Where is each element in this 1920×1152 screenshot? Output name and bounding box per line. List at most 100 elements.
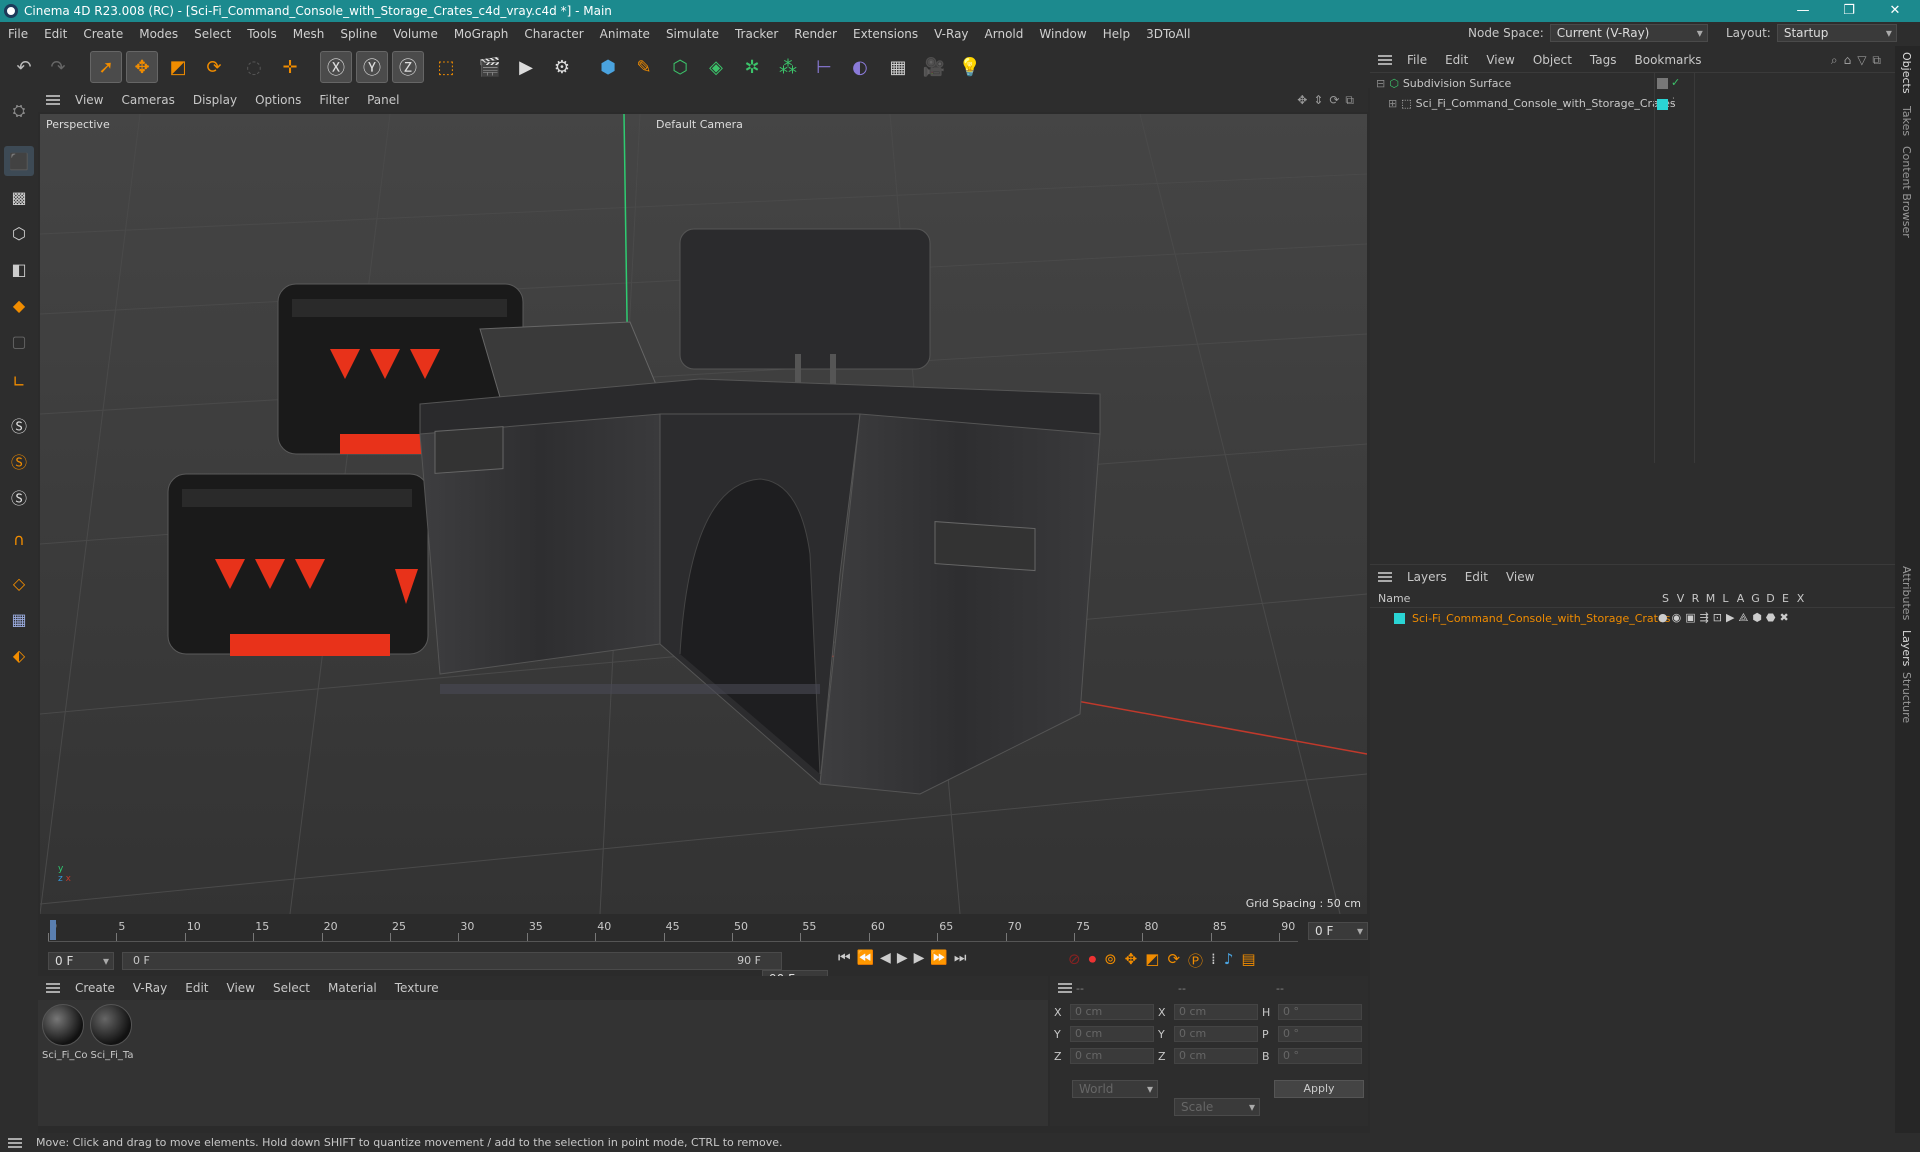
node-space-dropdown[interactable]: Current (V-Ray) (1549, 24, 1708, 42)
autokey-icon[interactable]: ⏺ (1089, 950, 1097, 971)
objects-menu-view[interactable]: View (1477, 53, 1523, 67)
object-row-console[interactable]: ⊞ ⬚ Sci_Fi_Command_Console_with_Storage_… (1388, 97, 1676, 110)
select-tool-icon[interactable]: ➚ (90, 51, 122, 83)
material-swatch-1[interactable]: Sci_Fi_Co (42, 1004, 88, 1061)
tree-expand-icon[interactable]: ⊞ (1388, 97, 1397, 110)
undo-icon[interactable]: ↶ (8, 51, 40, 83)
layer-row[interactable]: Sci-Fi_Command_Console_with_Storage_Crat… (1370, 610, 1895, 628)
start-frame-field[interactable]: 0 F (48, 952, 114, 970)
menu-create[interactable]: Create (75, 27, 131, 41)
key-scale-icon[interactable]: ◩ (1145, 950, 1159, 971)
menu-file[interactable]: File (0, 27, 36, 41)
playhead[interactable] (50, 920, 56, 940)
menu-help[interactable]: Help (1095, 27, 1138, 41)
camera-icon[interactable]: 🎥 (918, 51, 950, 83)
cube-icon[interactable]: ⬢ (592, 51, 624, 83)
point-mode-icon[interactable]: ⬡ (4, 218, 34, 248)
material-menu-view[interactable]: View (218, 981, 264, 995)
restore-icon[interactable]: ❐ (1826, 0, 1872, 22)
coord-scale-dropdown[interactable]: Scale (1174, 1098, 1260, 1116)
frame-range-slider[interactable]: 0 F 90 F (122, 952, 782, 970)
menu-mesh[interactable]: Mesh (285, 27, 333, 41)
timeline-window-icon[interactable]: ▤ (1241, 950, 1255, 971)
layer-flag-icons[interactable]: ●◉▣⇶⊡▶⟁⬢⬣✖ (1658, 611, 1793, 625)
menu-tools[interactable]: Tools (239, 27, 285, 41)
go-to-start-icon[interactable]: ⏮ (838, 950, 851, 966)
move-tool-icon[interactable]: ✥ (126, 51, 158, 83)
workplane-snap-icon[interactable]: Ⓢ (4, 482, 34, 512)
menu-animate[interactable]: Animate (592, 27, 658, 41)
coord-position-field[interactable]: 0 cm (1070, 1048, 1154, 1064)
layer-color-icon[interactable] (1657, 99, 1668, 110)
menu-select[interactable]: Select (186, 27, 239, 41)
material-menu-create[interactable]: Create (66, 981, 124, 995)
snap-settings-icon[interactable]: Ⓢ (4, 446, 34, 476)
next-frame-icon[interactable]: ▶ (914, 950, 925, 966)
polygon-mode-icon[interactable]: ◆ (4, 290, 34, 320)
layers-menu-icon[interactable] (1378, 571, 1392, 582)
tab-attributes[interactable]: Attributes (1900, 566, 1913, 620)
coords-menu-icon[interactable] (1058, 983, 1072, 993)
deformer-icon[interactable]: ⊢ (808, 51, 840, 83)
material-menu-edit[interactable]: Edit (176, 981, 217, 995)
locked-workplane-icon[interactable]: ⬖ (4, 640, 34, 670)
record-disabled-icon[interactable]: ⊘ (1068, 950, 1081, 971)
minimize-icon[interactable]: — (1780, 0, 1826, 22)
material-swatch-2[interactable]: Sci_Fi_Ta (90, 1004, 134, 1061)
objects-menu-bookmarks[interactable]: Bookmarks (1626, 53, 1711, 67)
render-settings-icon[interactable]: ⚙ (546, 51, 578, 83)
objects-menu-file[interactable]: File (1398, 53, 1436, 67)
objects-menu-object[interactable]: Object (1524, 53, 1581, 67)
viewport-menu-options[interactable]: Options (246, 93, 310, 107)
viewport-menu-icon[interactable] (46, 95, 60, 105)
motion-system-icon[interactable]: ♪ (1224, 950, 1234, 971)
go-to-end-icon[interactable]: ⏭ (954, 950, 967, 966)
menu-v-ray[interactable]: V-Ray (926, 27, 976, 41)
viewport-menu-cameras[interactable]: Cameras (112, 93, 183, 107)
objects-menu-edit[interactable]: Edit (1436, 53, 1477, 67)
menu-volume[interactable]: Volume (385, 27, 446, 41)
material-menu-material[interactable]: Material (319, 981, 386, 995)
magnet-icon[interactable]: ∩ (4, 524, 34, 554)
tab-structure[interactable]: Structure (1900, 672, 1913, 723)
apply-button[interactable]: Apply (1274, 1080, 1364, 1098)
layers-menu-layers[interactable]: Layers (1398, 570, 1456, 584)
menu-arnold[interactable]: Arnold (977, 27, 1032, 41)
redo-icon[interactable]: ↷ (42, 51, 74, 83)
current-frame-field[interactable]: 0 F (1308, 922, 1368, 940)
viewport-menu-view[interactable]: View (66, 93, 112, 107)
coord-size-field[interactable]: 0 cm (1174, 1026, 1258, 1042)
tab-takes[interactable]: Takes (1900, 106, 1913, 136)
timeline-ruler[interactable]: 051015202530354045505560657075808590 0 F (38, 914, 1368, 946)
add-tool-icon[interactable]: ✛ (274, 51, 306, 83)
x-axis-icon[interactable]: Ⓧ (320, 51, 352, 83)
coord-position-field[interactable]: 0 cm (1070, 1026, 1154, 1042)
key-position-icon[interactable]: ✥ (1125, 950, 1138, 971)
menu-modes[interactable]: Modes (131, 27, 186, 41)
material-menu-icon[interactable] (46, 983, 60, 993)
3d-viewport[interactable]: Perspective Default Camera Grid Spacing … (40, 114, 1367, 914)
layer-color-icon[interactable] (1394, 613, 1405, 624)
coord-rotation-field[interactable]: 0 ° (1278, 1048, 1362, 1064)
layers-menu-edit[interactable]: Edit (1456, 570, 1497, 584)
viewport-nav-icons[interactable]: ✥⇕⟳⧉ (1297, 93, 1360, 108)
next-key-icon[interactable]: ⏩ (930, 950, 947, 966)
key-pla-icon[interactable]: ⁞ (1211, 950, 1216, 971)
coord-size-field[interactable]: 0 cm (1174, 1048, 1258, 1064)
scale-tool-icon[interactable]: ◩ (162, 51, 194, 83)
viewport-menu-display[interactable]: Display (184, 93, 246, 107)
coord-rotation-field[interactable]: 0 ° (1278, 1004, 1362, 1020)
prev-frame-icon[interactable]: ◀ (880, 950, 891, 966)
make-editable-icon[interactable]: ⛭ (4, 96, 34, 126)
material-menu-select[interactable]: Select (264, 981, 319, 995)
edge-mode-icon[interactable]: ◧ (4, 254, 34, 284)
menu-spline[interactable]: Spline (332, 27, 385, 41)
menu-tracker[interactable]: Tracker (727, 27, 786, 41)
uv-mode-icon[interactable]: ▢ (4, 326, 34, 356)
visibility-dots-icon[interactable]: ⁚ (1672, 97, 1675, 107)
workplane-icon[interactable]: ◇ (4, 568, 34, 598)
coord-system-dropdown[interactable]: World (1072, 1080, 1158, 1098)
tab-layers[interactable]: Layers (1900, 630, 1913, 666)
camera-label[interactable]: Default Camera (656, 118, 743, 131)
prev-key-icon[interactable]: ⏪ (857, 950, 874, 966)
